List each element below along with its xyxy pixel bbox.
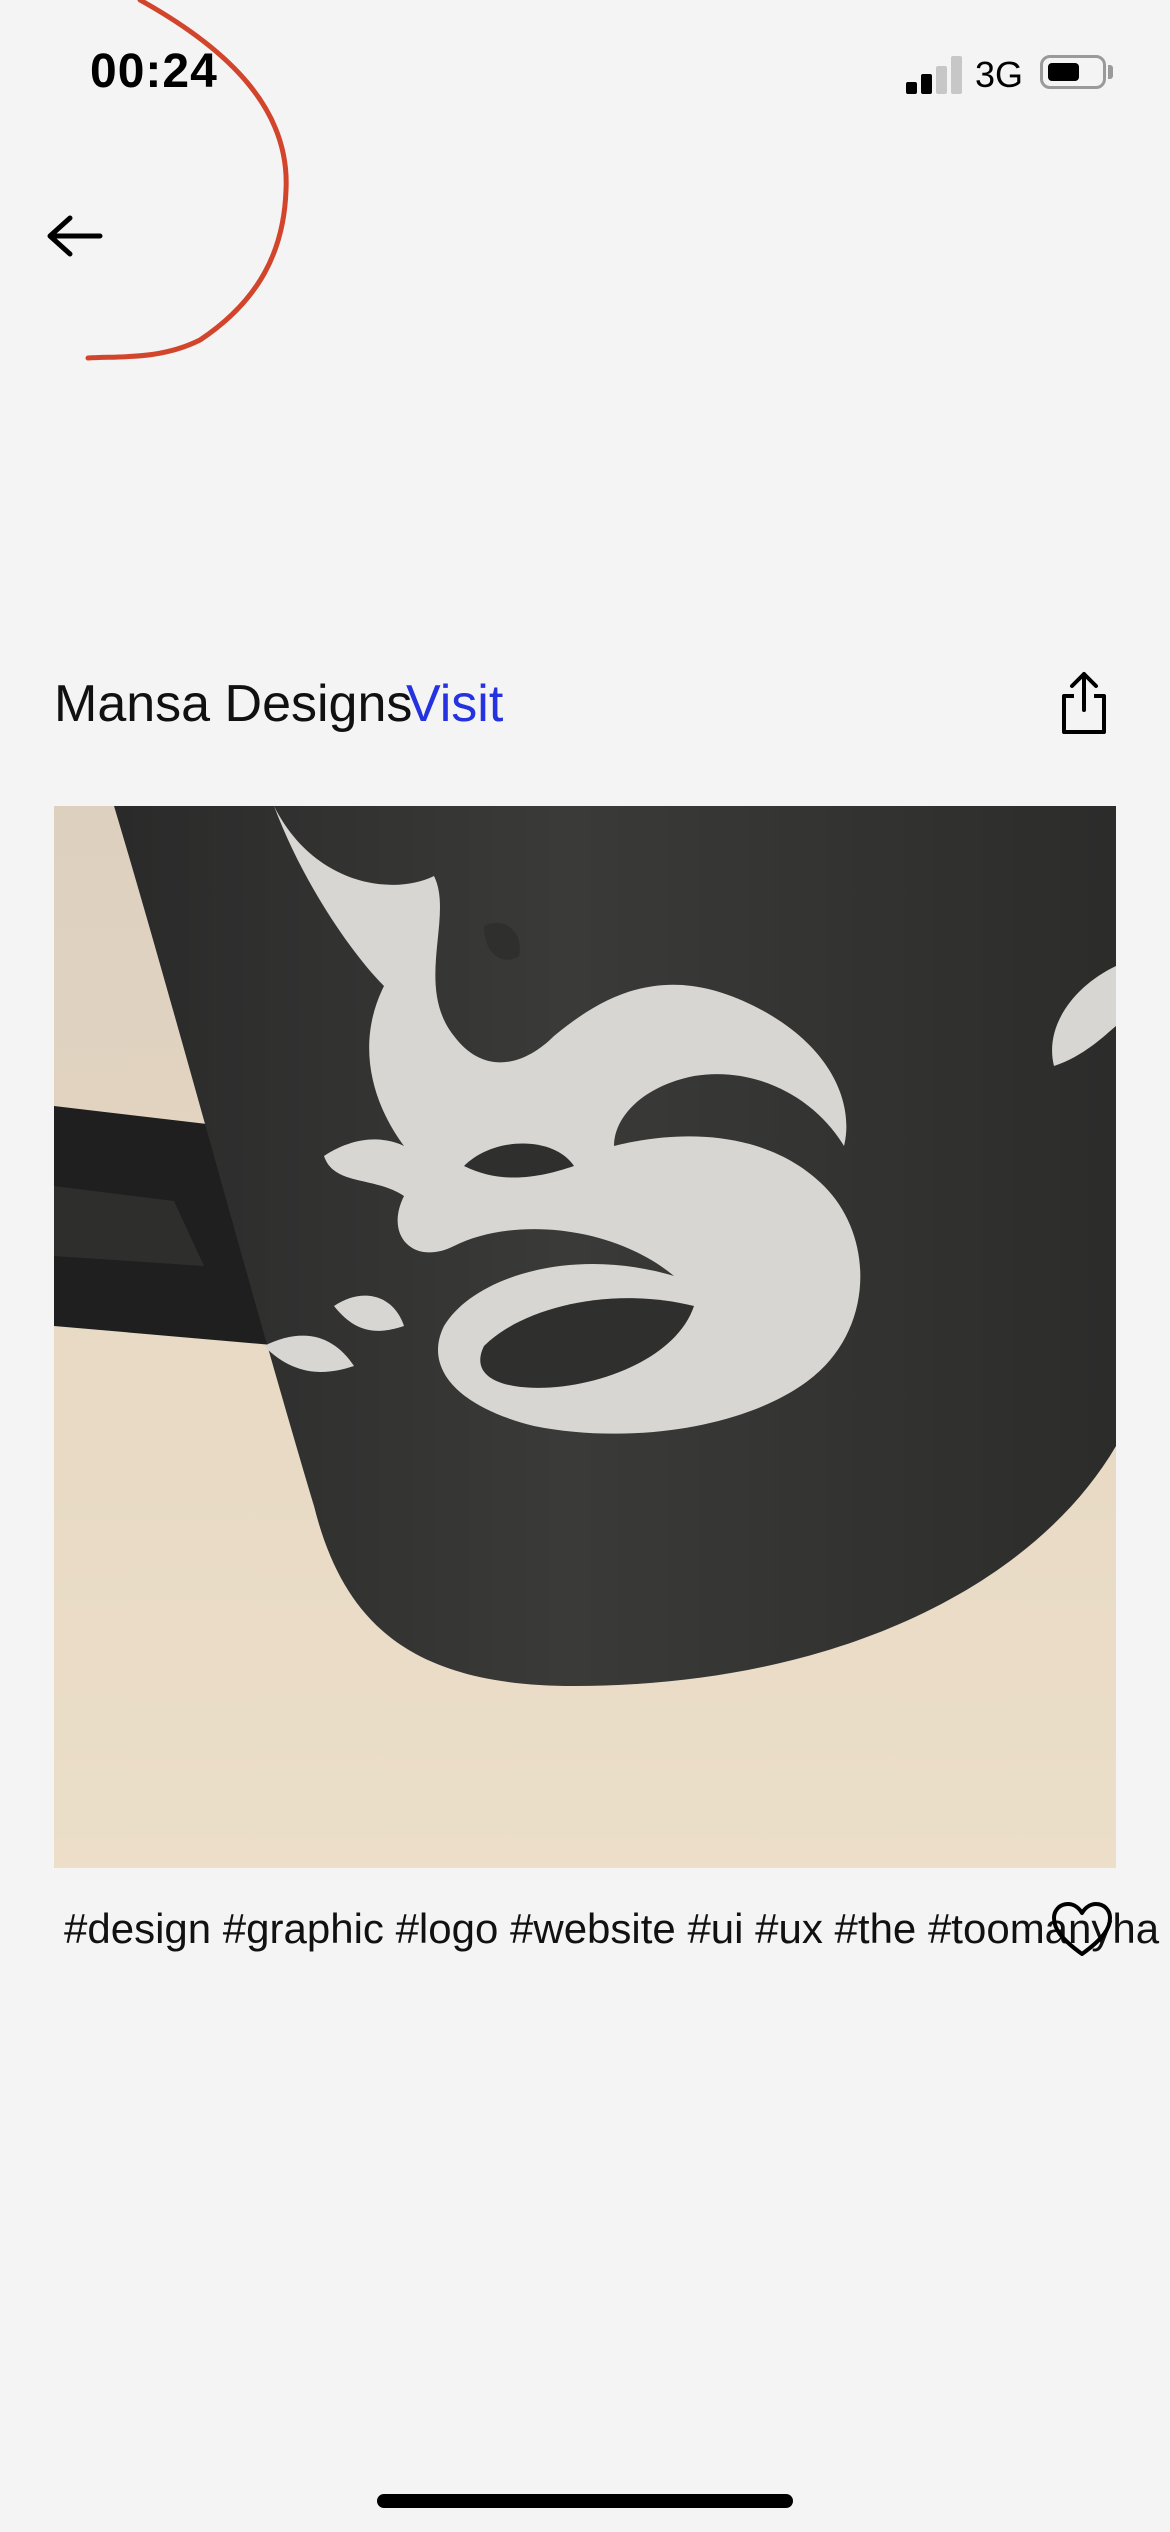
visit-link[interactable]: Visit bbox=[406, 674, 503, 734]
designer-header: Mansa Designs Visit bbox=[54, 664, 1116, 744]
back-button[interactable] bbox=[38, 200, 110, 272]
mug-photo bbox=[54, 806, 1116, 1868]
designer-name: Mansa Designs bbox=[54, 675, 413, 733]
network-type: 3G bbox=[975, 54, 1024, 95]
share-icon bbox=[1062, 672, 1106, 734]
signal-strength-icon bbox=[906, 56, 962, 94]
arrow-left-icon bbox=[47, 215, 103, 257]
share-button[interactable] bbox=[1052, 668, 1116, 738]
post-tags[interactable]: #design #graphic #logo #website #ui #ux … bbox=[64, 1905, 1170, 1953]
battery-icon bbox=[1040, 55, 1106, 89]
post-image[interactable] bbox=[54, 806, 1116, 1868]
heart-icon bbox=[1052, 1902, 1112, 1956]
like-button[interactable] bbox=[1050, 1900, 1114, 1960]
status-bar: 00:24 3G bbox=[0, 0, 1170, 150]
home-indicator[interactable] bbox=[377, 2494, 793, 2508]
status-time: 00:24 bbox=[90, 45, 218, 98]
battery-nub bbox=[1108, 65, 1113, 79]
